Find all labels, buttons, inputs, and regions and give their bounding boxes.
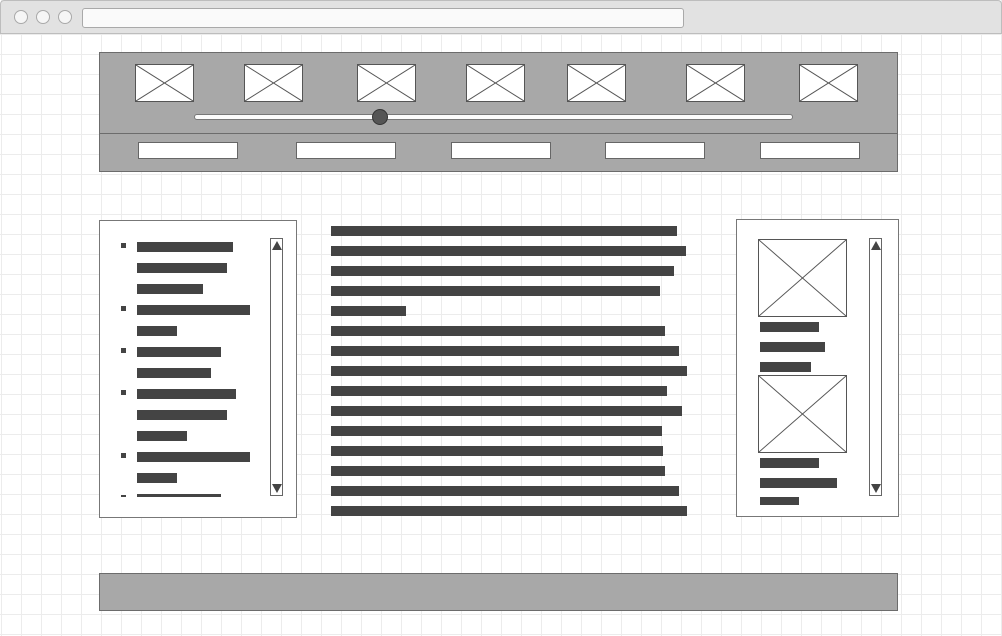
header-divider <box>100 133 897 134</box>
text-line <box>331 366 687 376</box>
carousel-slider-thumb[interactable] <box>371 109 388 125</box>
list-scrollbar[interactable] <box>270 238 283 496</box>
article-text-block <box>331 226 691 518</box>
list-bullet <box>121 495 126 497</box>
text-line <box>331 466 665 476</box>
card-text-line <box>760 342 825 352</box>
card-scrollbar[interactable] <box>869 238 882 496</box>
text-line <box>331 346 679 356</box>
image-card-panel <box>736 219 899 517</box>
list-item-continuation <box>137 410 227 420</box>
window-minimize-button[interactable] <box>36 10 50 24</box>
list-bullet <box>121 348 126 353</box>
list-item-continuation <box>137 326 177 336</box>
text-line <box>331 286 660 296</box>
nav-button-2[interactable] <box>296 142 396 159</box>
list-item-continuation <box>137 431 187 441</box>
carousel-slider-track[interactable] <box>194 114 793 120</box>
image-placeholder-icon[interactable] <box>758 239 847 317</box>
list-item-continuation <box>137 284 203 294</box>
list-item-continuation <box>137 368 211 378</box>
nav-button-5[interactable] <box>760 142 860 159</box>
image-placeholder-icon[interactable] <box>466 64 525 102</box>
text-line <box>331 486 679 496</box>
list-item-continuation <box>137 263 227 273</box>
text-line <box>331 426 662 436</box>
list-item-partial <box>137 494 221 497</box>
scroll-down-arrow-icon[interactable] <box>871 484 881 493</box>
text-line <box>331 226 677 236</box>
list-item-continuation <box>137 473 177 483</box>
text-line <box>331 246 686 256</box>
scroll-down-arrow-icon[interactable] <box>272 484 282 493</box>
text-line <box>331 306 406 316</box>
header-carousel <box>99 52 898 172</box>
image-placeholder-icon[interactable] <box>357 64 416 102</box>
window-maximize-button[interactable] <box>58 10 72 24</box>
scroll-up-arrow-icon[interactable] <box>871 241 881 250</box>
text-line <box>331 446 663 456</box>
footer-bar <box>99 573 898 611</box>
text-line <box>331 326 665 336</box>
card-text-line <box>760 458 819 468</box>
window-close-button[interactable] <box>14 10 28 24</box>
list-bullet <box>121 390 126 395</box>
nav-button-4[interactable] <box>605 142 705 159</box>
bullet-list-panel <box>99 220 297 518</box>
list-item[interactable] <box>137 452 250 462</box>
nav-button-3[interactable] <box>451 142 551 159</box>
text-line <box>331 406 682 416</box>
list-item[interactable] <box>137 389 236 399</box>
list-item[interactable] <box>137 242 233 252</box>
text-line <box>331 506 687 516</box>
image-placeholder-icon[interactable] <box>799 64 858 102</box>
list-bullet <box>121 243 126 248</box>
list-item[interactable] <box>137 305 250 315</box>
image-placeholder-icon[interactable] <box>135 64 194 102</box>
image-placeholder-icon[interactable] <box>567 64 626 102</box>
list-bullet <box>121 306 126 311</box>
text-line <box>331 386 667 396</box>
image-placeholder-icon[interactable] <box>758 375 847 453</box>
image-placeholder-icon[interactable] <box>686 64 745 102</box>
browser-title-bar <box>0 0 1002 34</box>
list-item[interactable] <box>137 347 221 357</box>
scroll-up-arrow-icon[interactable] <box>272 241 282 250</box>
card-text-line <box>760 478 837 488</box>
list-bullet <box>121 453 126 458</box>
card-text-line <box>760 497 799 505</box>
card-text-line <box>760 322 819 332</box>
text-line <box>331 266 674 276</box>
card-text-line <box>760 362 811 372</box>
image-placeholder-icon[interactable] <box>244 64 303 102</box>
nav-button-1[interactable] <box>138 142 238 159</box>
address-bar[interactable] <box>82 8 684 28</box>
